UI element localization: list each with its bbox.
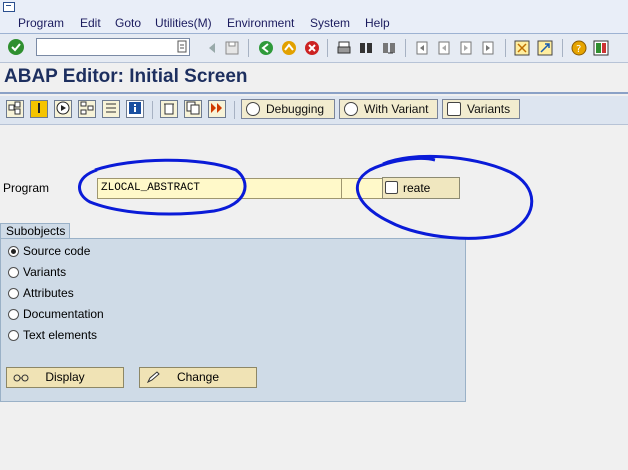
activate-icon[interactable]	[30, 100, 48, 118]
with-variant-button-label: With Variant	[364, 102, 429, 116]
rename-icon[interactable]	[208, 100, 226, 118]
menu-utilities[interactable]: Utilities(M)	[155, 16, 212, 30]
command-field[interactable]	[36, 38, 190, 56]
radio-label: Text elements	[23, 328, 98, 342]
radio-label: Source code	[23, 244, 91, 258]
display-object-list-icon[interactable]	[102, 100, 120, 118]
variants-icon	[447, 102, 461, 116]
create-icon	[385, 181, 398, 194]
info-icon[interactable]	[126, 100, 144, 118]
find-next-icon[interactable]	[381, 40, 397, 56]
radio-button[interactable]	[8, 309, 19, 320]
new-session-icon[interactable]	[514, 40, 530, 56]
layout-menu-icon[interactable]	[593, 40, 609, 56]
first-page-icon[interactable]	[414, 40, 430, 56]
debugging-button[interactable]: Debugging	[241, 99, 335, 119]
display-button[interactable]: Display	[6, 367, 124, 388]
radio-button[interactable]	[8, 246, 19, 257]
svg-text:?: ?	[576, 44, 581, 55]
command-field-toggle-icon[interactable]	[205, 40, 221, 56]
radio-label: Variants	[23, 265, 67, 279]
save-icon[interactable]	[224, 40, 240, 56]
create-button-label: reate	[403, 181, 431, 195]
exit-icon[interactable]	[281, 40, 297, 56]
program-input[interactable]: ZLOCAL_ABSTRACT	[97, 178, 342, 199]
menu-environment[interactable]: Environment	[227, 16, 294, 30]
where-used-icon[interactable]	[78, 100, 96, 118]
page-title: ABAP Editor: Initial Screen	[4, 66, 248, 87]
change-button-label: Change	[176, 370, 220, 384]
execute-icon[interactable]	[54, 100, 72, 118]
variants-button[interactable]: Variants	[442, 99, 520, 119]
enter-icon[interactable]	[8, 39, 24, 55]
menu-program[interactable]: Program	[18, 16, 64, 30]
glasses-icon	[13, 371, 29, 383]
radio-button[interactable]	[8, 330, 19, 341]
previous-page-icon[interactable]	[436, 40, 452, 56]
radio-button[interactable]	[8, 267, 19, 278]
menu-bar: Program Edit Goto Utilities(M) Environme…	[0, 14, 628, 34]
back-icon[interactable]	[258, 40, 274, 56]
menu-edit[interactable]: Edit	[80, 16, 101, 30]
menu-system[interactable]: System	[310, 16, 350, 30]
clock-icon	[344, 102, 358, 116]
command-history-icon[interactable]	[174, 40, 190, 56]
window-top-strip	[0, 0, 628, 14]
radio-button[interactable]	[8, 288, 19, 299]
debugging-button-label: Debugging	[266, 102, 325, 116]
copy-icon[interactable]	[184, 100, 202, 118]
other-object-icon[interactable]	[6, 100, 24, 118]
print-icon[interactable]	[336, 40, 352, 56]
last-page-icon[interactable]	[480, 40, 496, 56]
radio-label: Attributes	[23, 286, 74, 300]
program-label: Program	[3, 181, 50, 195]
subobjects-tab: Subobjects	[0, 223, 70, 239]
pencil-icon	[146, 371, 162, 384]
next-page-icon[interactable]	[458, 40, 474, 56]
help-icon[interactable]: ?	[571, 40, 587, 56]
menu-goto[interactable]: Goto	[115, 16, 141, 30]
delete-icon[interactable]	[160, 100, 178, 118]
system-menu-icon[interactable]	[3, 2, 15, 12]
radio-label: Documentation	[23, 307, 104, 321]
application-toolbar: Debugging With Variant Variants	[0, 96, 628, 125]
shortcut-icon[interactable]	[537, 40, 553, 56]
cancel-icon[interactable]	[304, 40, 320, 56]
clock-icon	[246, 102, 260, 116]
variants-button-label: Variants	[467, 102, 511, 116]
change-button[interactable]: Change	[139, 367, 257, 388]
find-icon[interactable]	[358, 40, 374, 56]
title-divider	[0, 92, 628, 94]
standard-toolbar: ?	[0, 34, 628, 63]
display-button-label: Display	[45, 370, 85, 384]
menu-help[interactable]: Help	[365, 16, 390, 30]
program-input-extension[interactable]	[342, 178, 382, 199]
with-variant-button[interactable]: With Variant	[339, 99, 438, 119]
